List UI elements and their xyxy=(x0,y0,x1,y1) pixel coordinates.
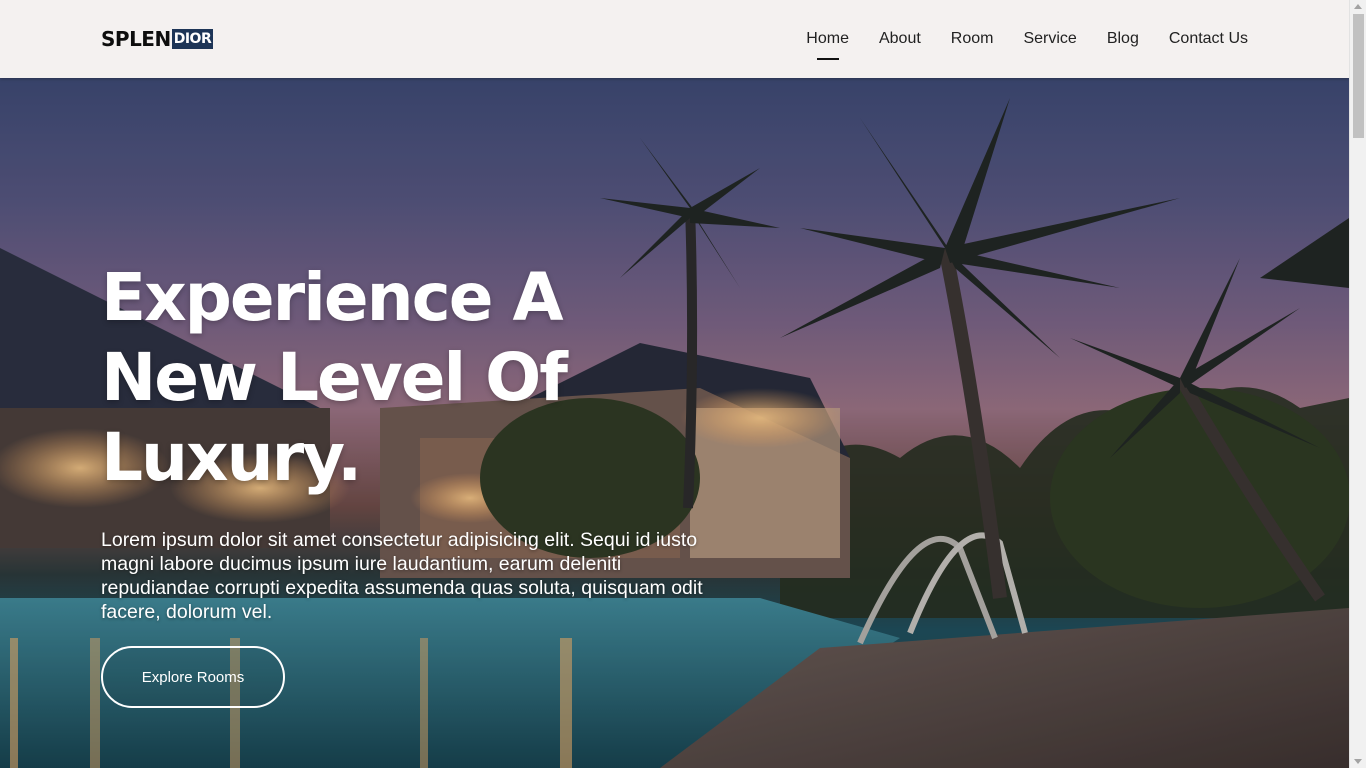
nav-item-service[interactable]: Service xyxy=(1008,30,1091,48)
nav-item-contact-us[interactable]: Contact Us xyxy=(1154,30,1248,48)
hero-content: Experience A New Level Of Luxury. Lorem … xyxy=(101,258,741,624)
hero-description: Lorem ipsum dolor sit amet consectetur a… xyxy=(101,529,703,623)
main-nav: Home About Room Service Blog Contact Us xyxy=(791,0,1248,78)
explore-rooms-button[interactable]: Explore Rooms xyxy=(101,646,285,708)
logo-text-accent: DIOR xyxy=(171,29,214,49)
site-header: SPLEN DIOR Home About Room Service Blog … xyxy=(0,0,1349,78)
logo-text-primary: SPLEN xyxy=(101,27,171,51)
scroll-down-arrow-icon[interactable] xyxy=(1354,759,1362,764)
hero-title: Experience A New Level Of Luxury. xyxy=(101,258,741,498)
page-scrollbar[interactable] xyxy=(1349,0,1366,768)
scrollbar-thumb[interactable] xyxy=(1353,14,1364,138)
scroll-up-arrow-icon[interactable] xyxy=(1354,4,1362,9)
hero-title-line-1: Experience A xyxy=(101,259,564,336)
nav-item-about[interactable]: About xyxy=(864,30,936,48)
nav-item-home[interactable]: Home xyxy=(791,30,864,48)
hero-title-line-2: New Level Of xyxy=(101,339,568,416)
nav-item-blog[interactable]: Blog xyxy=(1092,30,1154,48)
brand-logo[interactable]: SPLEN DIOR xyxy=(101,27,214,51)
nav-item-room[interactable]: Room xyxy=(936,30,1009,48)
hero-title-line-3: Luxury. xyxy=(101,419,362,496)
